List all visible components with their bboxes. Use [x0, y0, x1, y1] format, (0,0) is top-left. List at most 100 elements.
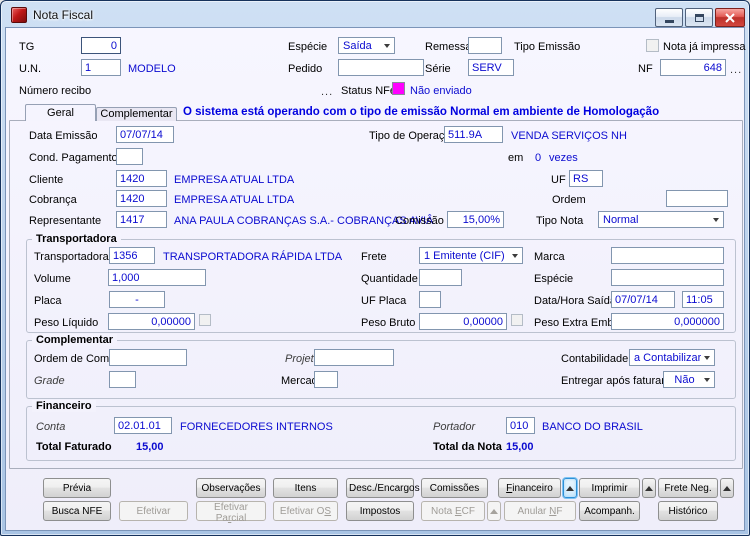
quantidade-field[interactable] — [419, 269, 462, 286]
nota-ja-impressa-checkbox[interactable] — [646, 39, 659, 52]
minimize-button[interactable] — [655, 8, 683, 27]
tipo-emissao-label: Tipo Emissão — [514, 41, 581, 53]
frete-neg-expand-button[interactable] — [720, 478, 734, 498]
volume-field[interactable] — [108, 269, 206, 286]
uf-label: UF — [551, 174, 566, 186]
tipo-nota-label: Tipo Nota — [536, 215, 584, 227]
entregar-apos-faturar-select[interactable]: Não — [663, 371, 715, 388]
tg-label: TG — [19, 41, 35, 53]
cobranca-desc: EMPRESA ATUAL LTDA — [174, 194, 295, 206]
parcelas-em-label: em — [508, 152, 524, 164]
comissao-label: Comissão — [395, 215, 444, 227]
peso-bruto-field[interactable] — [419, 313, 507, 330]
contabilidade-select[interactable]: a Contabilizar — [629, 349, 715, 366]
ordem-compra-field[interactable] — [109, 349, 187, 366]
desc-encargos-button[interactable]: Desc./Encargos — [346, 478, 420, 498]
transportadora-label: Transportadora — [34, 251, 109, 263]
nota-ecf-expand-button[interactable] — [487, 501, 501, 521]
chevron-down-icon — [512, 254, 518, 261]
busca-nfe-button[interactable]: Busca NFE — [43, 501, 111, 521]
cliente-field[interactable] — [116, 170, 167, 187]
emission-mode-banner: O sistema está operando com o tipo de em… — [183, 106, 660, 118]
un-field[interactable] — [81, 59, 121, 76]
itens-button[interactable]: Itens — [273, 478, 338, 498]
peso-liquido-checkbox[interactable] — [199, 314, 211, 326]
remessa-field[interactable] — [468, 37, 502, 54]
cobranca-field[interactable] — [116, 190, 167, 207]
marca-field[interactable] — [611, 247, 724, 264]
previa-button[interactable]: Prévia — [43, 478, 111, 498]
frete-neg-button[interactable]: Frete Neg. — [658, 478, 718, 498]
data-saida-field[interactable] — [611, 291, 675, 308]
grade-field[interactable] — [109, 371, 136, 388]
close-icon — [725, 12, 735, 23]
efetivar-parcial-button[interactable]: Efetivar Parcial — [196, 501, 266, 524]
cond-pagamento-field[interactable] — [116, 148, 143, 165]
peso-liquido-label: Peso Líquido — [34, 317, 99, 329]
nota-ecf-button[interactable]: Nota ECF — [421, 501, 485, 521]
historico-button[interactable]: Histórico — [658, 501, 718, 521]
arrow-up-icon — [723, 482, 731, 491]
maximize-button[interactable] — [685, 8, 713, 27]
status-nfe-value: Não enviado — [410, 85, 472, 97]
ordem-field[interactable] — [666, 190, 728, 207]
peso-extra-field[interactable] — [611, 313, 724, 330]
peso-liquido-field[interactable] — [108, 313, 195, 330]
efetivar-os-button[interactable]: Efetivar OS — [273, 501, 338, 521]
uf-field[interactable] — [569, 170, 603, 187]
minimize-icon — [664, 19, 674, 23]
parcelas-suffix: vezes — [549, 152, 578, 164]
tab-geral[interactable]: Geral — [25, 104, 96, 121]
contabilidade-label: Contabilidade — [561, 353, 629, 365]
transportadora-desc: TRANSPORTADORA RÁPIDA LTDA — [163, 251, 343, 263]
nf-label: NF — [638, 63, 653, 75]
data-emissao-field[interactable] — [116, 126, 174, 143]
nf-field[interactable] — [660, 59, 726, 76]
projeto-field[interactable] — [314, 349, 394, 366]
tipo-operacao-field[interactable] — [444, 126, 503, 143]
tab-complementar[interactable]: Complementar — [96, 107, 177, 121]
especie-transp-field[interactable] — [611, 269, 724, 286]
transportadora-field[interactable] — [109, 247, 155, 264]
hora-saida-field[interactable] — [682, 291, 724, 308]
total-faturado-value: 15,00 — [136, 441, 164, 453]
maximize-icon — [694, 13, 704, 22]
nf-browse-button[interactable]: ... — [730, 65, 742, 76]
grade-label: Grade — [34, 375, 65, 387]
conta-label: Conta — [36, 421, 66, 433]
financeiro-button[interactable]: Financeiro — [498, 478, 561, 498]
efetivar-button[interactable]: Efetivar — [119, 501, 188, 521]
imprimir-expand-button[interactable] — [642, 478, 656, 498]
impostos-button[interactable]: Impostos — [346, 501, 414, 521]
conta-field[interactable] — [114, 417, 172, 434]
status-nfe-color-box — [392, 82, 405, 95]
comissao-field[interactable] — [447, 211, 504, 228]
ordem-label: Ordem — [552, 194, 586, 206]
financeiro-expand-button[interactable] — [563, 478, 577, 498]
title-bar[interactable]: Nota Fiscal — [1, 1, 749, 29]
pedido-field[interactable] — [338, 59, 424, 76]
pedido-label: Pedido — [288, 63, 323, 75]
tipo-nota-select[interactable]: Normal — [598, 211, 724, 228]
portador-field[interactable] — [506, 417, 535, 434]
numero-recibo-label: Número recibo — [19, 85, 92, 97]
placa-field[interactable] — [109, 291, 165, 308]
recibo-browse-button[interactable]: ... — [321, 87, 333, 98]
especie-select[interactable]: Saída — [338, 37, 395, 54]
observacoes-button[interactable]: Observações — [196, 478, 266, 498]
close-button[interactable] — [715, 8, 745, 27]
imprimir-button[interactable]: Imprimir — [579, 478, 640, 498]
mercado-field[interactable] — [314, 371, 338, 388]
serie-field[interactable] — [468, 59, 514, 76]
app-icon — [11, 7, 27, 23]
tg-field[interactable] — [81, 37, 121, 54]
conta-desc: FORNECEDORES INTERNOS — [180, 421, 333, 433]
comissoes-button[interactable]: Comissões — [421, 478, 488, 498]
anular-nf-button[interactable]: Anular NF — [504, 501, 576, 521]
frete-select[interactable]: 1 Emitente (CIF) — [419, 247, 523, 264]
placa-label: Placa — [34, 295, 62, 307]
uf-placa-field[interactable] — [419, 291, 441, 308]
acompanh-button[interactable]: Acompanh. — [579, 501, 640, 521]
peso-bruto-checkbox[interactable] — [511, 314, 523, 326]
representante-field[interactable] — [116, 211, 167, 228]
